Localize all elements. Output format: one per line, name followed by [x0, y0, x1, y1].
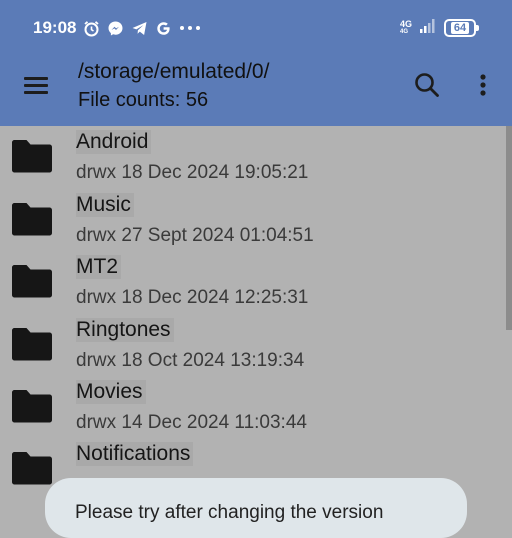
- folder-icon: [12, 390, 52, 423]
- file-name: Android: [76, 130, 152, 154]
- list-item[interactable]: Android drwx 18 Dec 2024 19:05:21: [0, 126, 506, 188]
- network-type-bottom: 4G: [399, 29, 408, 35]
- system-indicators: 4G 4G 64: [400, 16, 479, 40]
- signal-icon: [420, 18, 436, 38]
- file-name: MT2: [76, 255, 121, 279]
- overflow-menu-button[interactable]: [472, 70, 494, 100]
- toast-message: Please try after changing the version: [45, 478, 467, 538]
- app-header: 19:08 4G 4G 64 /storage/emulated/0/ File…: [0, 0, 512, 126]
- list-item[interactable]: Music drwx 27 Sept 2024 01:04:51: [0, 189, 506, 251]
- messenger-icon: [106, 19, 124, 37]
- status-time: 19:08: [33, 18, 77, 37]
- more-vert-icon: [480, 74, 486, 96]
- file-name: Ringtones: [76, 318, 174, 342]
- file-meta: drwx 14 Dec 2024 11:03:44: [76, 412, 307, 433]
- network-type: 4G 4G: [400, 20, 412, 36]
- file-name: Music: [76, 193, 134, 217]
- battery-icon: 64: [444, 19, 479, 37]
- notification-icons: [82, 17, 204, 39]
- list-item[interactable]: Ringtones drwx 18 Oct 2024 13:19:34: [0, 314, 506, 376]
- file-meta: drwx 18 Dec 2024 19:05:21: [76, 162, 309, 183]
- file-name: Notifications: [76, 442, 194, 466]
- folder-icon: [12, 265, 52, 298]
- google-icon: [154, 19, 172, 37]
- status-bar: 19:08 4G 4G 64: [0, 0, 512, 56]
- file-meta: drwx 27 Sept 2024 01:04:51: [76, 225, 314, 246]
- toast-text: Please try after changing the version: [75, 502, 384, 523]
- folder-icon: [12, 140, 52, 173]
- list-item[interactable]: Movies drwx 14 Dec 2024 11:03:44: [0, 376, 506, 438]
- more-dots-icon: [178, 19, 204, 37]
- menu-button[interactable]: [22, 72, 52, 98]
- folder-icon: [12, 203, 52, 236]
- file-count: File counts: 56: [78, 89, 209, 111]
- current-path: /storage/emulated/0/: [78, 60, 270, 83]
- search-button[interactable]: [412, 70, 442, 100]
- folder-icon: [12, 328, 52, 361]
- alarm-icon: [82, 19, 100, 37]
- battery-level: 64: [450, 22, 470, 34]
- file-meta: drwx 18 Oct 2024 13:19:34: [76, 350, 305, 371]
- search-icon: [415, 73, 439, 97]
- file-name: Movies: [76, 380, 146, 404]
- telegram-icon: [130, 19, 148, 37]
- file-meta: drwx 18 Dec 2024 12:25:31: [76, 287, 309, 308]
- file-list: Android drwx 18 Dec 2024 19:05:21 Music …: [0, 126, 512, 512]
- scrollbar[interactable]: [506, 126, 512, 330]
- list-item[interactable]: MT2 drwx 18 Dec 2024 12:25:31: [0, 251, 506, 313]
- network-type-top: 4G: [399, 19, 412, 29]
- folder-icon: [12, 452, 52, 485]
